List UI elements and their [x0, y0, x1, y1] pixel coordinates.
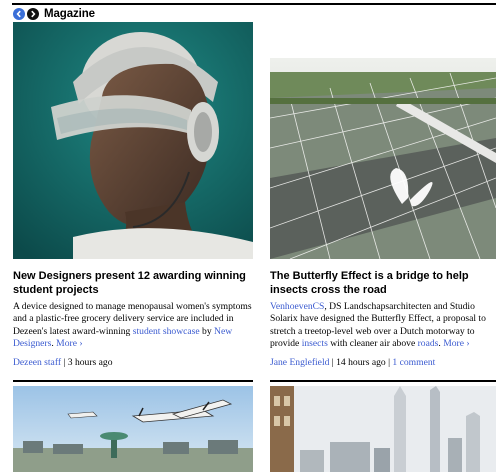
- article-1-byline: Dezeen staff | 3 hours ago: [13, 357, 253, 369]
- excerpt-text: with cleaner air above: [327, 337, 418, 349]
- carousel-prev-button[interactable]: [13, 8, 25, 20]
- author-link[interactable]: Jane Englefield: [270, 357, 329, 368]
- author-link[interactable]: Dezeen staff: [13, 357, 61, 368]
- article-divider: [270, 380, 496, 382]
- timestamp: 14 hours ago: [336, 357, 386, 368]
- article-image-butterfly-bridge[interactable]: [270, 58, 496, 259]
- section-header: Magazine: [13, 7, 95, 21]
- section-title: Magazine: [44, 8, 95, 20]
- carousel-next-button[interactable]: [27, 8, 39, 20]
- byline-separator: |: [61, 357, 68, 368]
- venhoevencs-link[interactable]: VenhoevenCS: [270, 301, 324, 312]
- article-1-excerpt: A device designed to manage menopausal w…: [13, 301, 253, 350]
- more-link[interactable]: More ›: [443, 338, 469, 349]
- excerpt-text: by: [199, 325, 215, 337]
- article-image-headset-portrait[interactable]: [13, 22, 253, 259]
- section-top-rule: [12, 3, 496, 5]
- chevron-right-icon: [31, 10, 36, 18]
- article-1-title[interactable]: New Designers present 12 awarding winnin…: [13, 270, 253, 297]
- timestamp: 3 hours ago: [67, 357, 113, 368]
- comments-link[interactable]: 1 comment: [392, 357, 435, 368]
- insects-link[interactable]: insects: [302, 338, 328, 349]
- article-2-byline: Jane Englefield | 14 hours ago | 1 comme…: [270, 357, 496, 369]
- more-link[interactable]: More ›: [56, 338, 82, 349]
- article-divider: [13, 380, 253, 382]
- article-image-flying-taxis[interactable]: [13, 386, 253, 472]
- article-image-skyscrapers[interactable]: [270, 386, 496, 472]
- article-2-excerpt: VenhoevenCS, DS Landschapsarchitecten an…: [270, 301, 496, 350]
- roads-link[interactable]: roads: [418, 338, 439, 349]
- student-showcase-link[interactable]: student showcase: [133, 326, 200, 337]
- article-2-title[interactable]: The Butterfly Effect is a bridge to help…: [270, 270, 496, 297]
- chevron-left-icon: [16, 10, 21, 18]
